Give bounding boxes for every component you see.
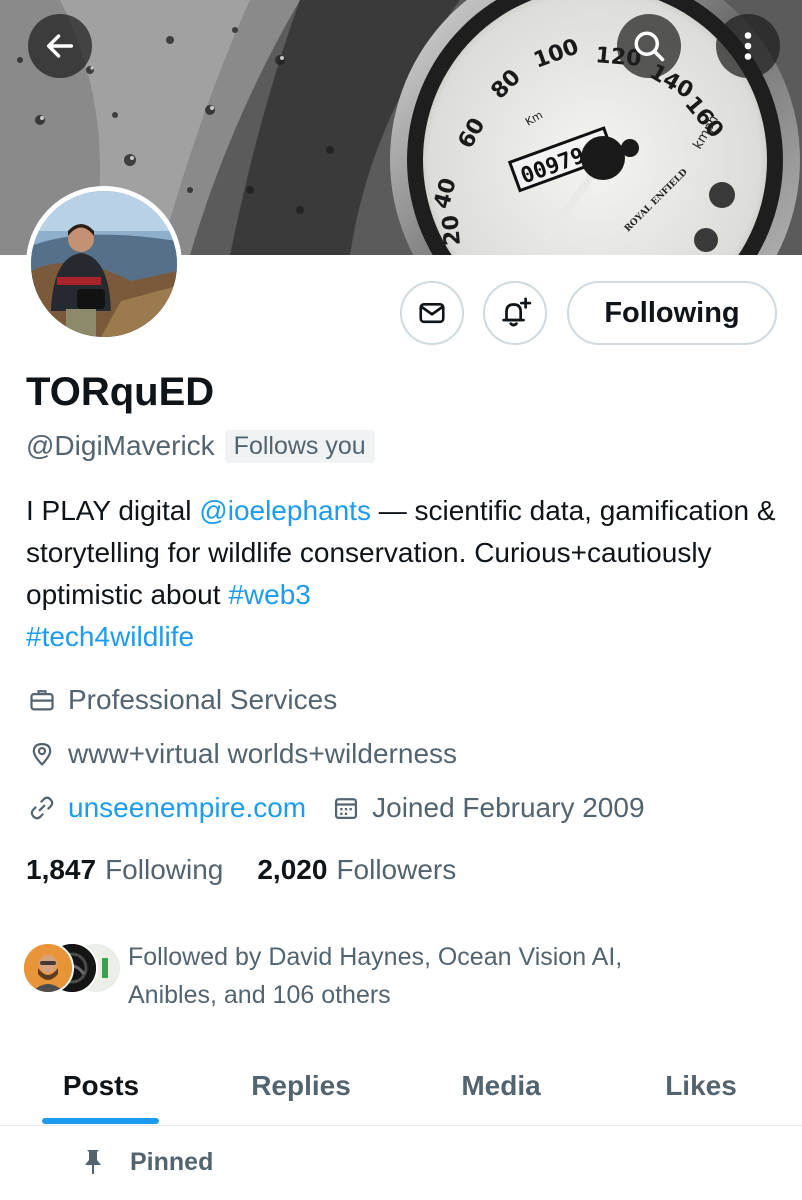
pinned-indicator: Pinned [80,1142,213,1182]
mail-icon [419,302,445,324]
tab-media[interactable]: Media [430,1046,572,1126]
search-button[interactable] [617,14,681,78]
user-handle: @DigiMaverick [26,430,215,461]
bio-mention-link[interactable]: @ioelephants [199,495,371,526]
follower-avatar [22,942,74,994]
notifications-button[interactable] [483,281,547,345]
joined-text: Joined February 2009 [372,792,645,823]
handle-row: @DigiMaverick Follows you [26,428,375,464]
bio-text: I PLAY digital [26,495,200,526]
profile-tabs: Posts Replies Media Likes [0,1046,802,1126]
bell-plus-icon [502,297,532,327]
followers-label: Followers [336,854,457,885]
tab-likes[interactable]: Likes [630,1046,772,1126]
more-options-button[interactable] [716,14,780,78]
bio-hashtag-link[interactable]: #tech4wildlife [26,621,194,652]
following-label: Following [105,854,224,885]
arrow-left-icon [46,34,74,58]
tab-replies[interactable]: Replies [230,1046,372,1126]
message-button[interactable] [400,281,464,345]
bio-hashtag-link[interactable]: #web3 [228,579,311,610]
following-button[interactable]: Following [567,281,777,345]
pinned-label: Pinned [130,1147,214,1176]
following-count: 1,847 [26,854,97,885]
follow-stats: 1,847 Following 2,020 Followers [26,854,456,886]
professional-category: Professional Services [26,680,337,720]
location: www+virtual worlds+wilderness [26,734,457,774]
more-vertical-icon [744,32,752,60]
display-name: TORquED [26,370,215,414]
joined-date: Joined February 2009 [330,792,645,824]
back-button[interactable] [28,14,92,78]
category-text: Professional Services [68,684,338,715]
calendar-icon [335,798,358,820]
follows-you-badge: Follows you [224,429,375,463]
followed-by[interactable]: Followed by David Haynes, Ocean Vision A… [22,938,792,1014]
followed-by-line: Anibles, and 106 others [128,981,391,1009]
profile-bio: I PLAY digital @ioelephants — scientific… [26,490,786,658]
followers-stat[interactable]: 2,020 Followers [257,854,456,886]
followers-count: 2,020 [257,854,328,885]
followed-by-text: Followed by David Haynes, Ocean Vision A… [128,938,622,1014]
pin-icon [85,1150,101,1174]
website-and-joined: unseenempire.com Joined February 2009 [26,788,645,828]
tab-posts[interactable]: Posts [30,1046,172,1126]
avatar-photo [31,191,177,337]
location-text: www+virtual worlds+wilderness [68,738,458,769]
location-pin-icon [32,742,52,766]
website-link[interactable]: unseenempire.com [68,792,306,824]
link-icon [30,796,54,820]
briefcase-icon [30,690,54,711]
search-icon [634,31,665,62]
active-tab-indicator [42,1118,159,1124]
following-stat[interactable]: 1,847 Following [26,854,223,886]
speed-label: 20 [438,214,466,247]
followed-by-avatars [22,942,122,996]
profile-avatar[interactable] [26,186,182,342]
followed-by-line: Followed by David Haynes, Ocean Vision A… [128,943,623,971]
